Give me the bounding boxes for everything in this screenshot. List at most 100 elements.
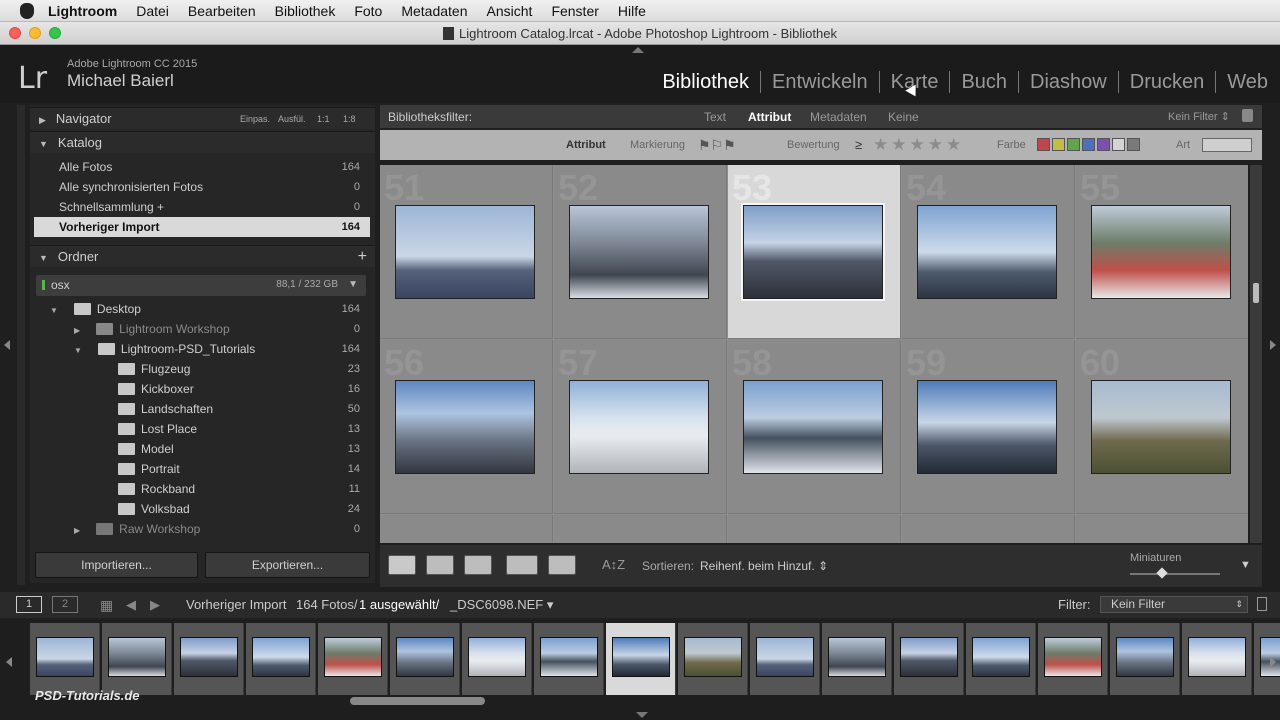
filmstrip-thumbnail[interactable] — [252, 637, 310, 677]
close-window-button[interactable] — [9, 27, 21, 39]
rating-operator[interactable]: ≥ — [855, 130, 862, 160]
selected-filename[interactable]: _DSC6098.NEF ▾ — [450, 592, 553, 618]
filmstrip-cell[interactable] — [750, 623, 820, 695]
color-swatch[interactable] — [1052, 138, 1065, 151]
folder-item[interactable]: ▶ Lightroom Workshop 0 — [34, 319, 370, 339]
filmstrip-filter-dropdown[interactable]: Kein Filter ⇕ — [1100, 596, 1248, 613]
filmstrip-thumbnail[interactable] — [1188, 637, 1246, 677]
filmstrip-cell[interactable] — [822, 623, 892, 695]
filter-tab-text[interactable]: Text — [704, 105, 726, 129]
grid-cell[interactable]: 52 — [554, 165, 727, 339]
lock-icon[interactable] — [1242, 109, 1253, 122]
filmstrip-thumbnail[interactable] — [36, 637, 94, 677]
collapse-bottom-panel-icon[interactable] — [636, 712, 648, 718]
filmstrip-thumbnail[interactable] — [612, 637, 670, 677]
slider-thumb[interactable] — [1156, 567, 1168, 579]
folder-item[interactable]: ▶ Raw Workshop 0 — [34, 519, 370, 539]
minimize-window-button[interactable] — [29, 27, 41, 39]
zoom-1-1[interactable]: 1:1 — [317, 108, 330, 130]
color-swatch[interactable] — [1112, 138, 1125, 151]
menu-lightroom[interactable]: Lightroom — [48, 3, 117, 19]
catalog-header[interactable]: ▼ Katalog — [30, 131, 375, 153]
catalog-item[interactable]: Schnellsammlung +0 — [34, 197, 370, 217]
menu-fenster[interactable]: Fenster — [551, 3, 598, 19]
grid-scrollbar-thumb[interactable] — [1253, 283, 1259, 303]
apple-icon[interactable] — [20, 2, 34, 19]
photo-thumbnail[interactable] — [1091, 380, 1231, 474]
catalog-item[interactable]: Alle Fotos 164 — [34, 157, 370, 177]
menu-hilfe[interactable]: Hilfe — [618, 3, 646, 19]
grid-cell[interactable]: 59 — [902, 340, 1075, 514]
grid-cell[interactable] — [380, 515, 553, 543]
filmstrip-cell[interactable] — [462, 623, 532, 695]
add-folder-button[interactable]: + — [358, 246, 367, 268]
module-diashow[interactable]: Diashow — [1019, 71, 1119, 93]
filmstrip-cell[interactable] — [1038, 623, 1108, 695]
menu-bearbeiten[interactable]: Bearbeiten — [188, 3, 256, 19]
filmstrip-cell[interactable] — [534, 623, 604, 695]
filter-preset-dropdown[interactable]: Kein Filter ⇕ — [1168, 105, 1230, 129]
folder-item[interactable]: Model 13 — [34, 439, 370, 459]
volume-bar[interactable]: osx 88,1 / 232 GB ▼ — [36, 275, 366, 296]
grid-cell[interactable]: 60 — [1076, 340, 1248, 514]
filter-tab-none[interactable]: Keine — [888, 105, 919, 129]
filmstrip-thumbnail[interactable] — [828, 637, 886, 677]
toolbar-menu-icon[interactable]: ▼ — [1240, 559, 1251, 571]
filmstrip-cell[interactable] — [894, 623, 964, 695]
survey-view-button[interactable] — [506, 555, 538, 575]
grid-cell-selected[interactable]: 53 — [728, 165, 901, 339]
folders-header[interactable]: ▼ Ordner + — [30, 245, 375, 267]
photo-thumbnail[interactable] — [1091, 205, 1231, 299]
filmstrip-cell[interactable] — [102, 623, 172, 695]
color-swatch[interactable] — [1082, 138, 1095, 151]
module-buch[interactable]: Buch — [950, 71, 1020, 93]
menu-metadaten[interactable]: Metadaten — [401, 3, 467, 19]
left-panel-scrollbar[interactable] — [17, 105, 25, 585]
filmstrip-scrollbar-thumb[interactable] — [350, 697, 485, 705]
collapse-left-panel-icon[interactable] — [4, 340, 10, 350]
folder-item[interactable]: ▼ Lightroom-PSD_Tutorials 164 — [34, 339, 370, 359]
compare-view-button[interactable] — [464, 555, 492, 575]
filmstrip-cell[interactable] — [30, 623, 100, 695]
folder-item[interactable]: Volksbad 24 — [34, 499, 370, 519]
folder-item[interactable]: ▼ Desktop 164 — [34, 299, 370, 319]
filmstrip-thumbnail[interactable] — [468, 637, 526, 677]
filmstrip-scroll-right-icon[interactable] — [1270, 657, 1276, 667]
menu-datei[interactable]: Datei — [136, 3, 169, 19]
forward-arrow-icon[interactable]: ▶ — [150, 592, 160, 618]
export-button[interactable]: Exportieren... — [205, 552, 370, 578]
photo-thumbnail[interactable] — [917, 380, 1057, 474]
menu-ansicht[interactable]: Ansicht — [487, 3, 533, 19]
color-swatch[interactable] — [1067, 138, 1080, 151]
grid-scrollbar[interactable] — [1250, 165, 1262, 543]
loupe-view-button[interactable] — [426, 555, 454, 575]
catalog-item[interactable]: Alle synchronisierten Fotos 0 — [34, 177, 370, 197]
navigator-header[interactable]: ▶ Navigator Einpas. Ausfül. 1:1 1:8 — [30, 107, 375, 129]
filmstrip-thumbnail[interactable] — [108, 637, 166, 677]
sort-dropdown[interactable]: Reihenf. beim Hinzuf. ⇕ — [700, 559, 828, 573]
grid-cell[interactable] — [728, 515, 901, 543]
filter-tab-attribute[interactable]: Attribut — [748, 105, 791, 129]
grid-view-button[interactable] — [388, 555, 416, 575]
menu-foto[interactable]: Foto — [354, 3, 382, 19]
zoom-fit[interactable]: Einpas. — [240, 108, 270, 130]
module-bibliothek[interactable]: Bibliothek — [651, 71, 762, 93]
filmstrip-thumbnail[interactable] — [1044, 637, 1102, 677]
filmstrip-cell[interactable] — [678, 623, 748, 695]
zoom-fill[interactable]: Ausfül. — [278, 108, 306, 130]
filmstrip-cell[interactable] — [318, 623, 388, 695]
collapse-top-panel-icon[interactable] — [632, 47, 644, 53]
zoom-1-8[interactable]: 1:8 — [343, 108, 356, 130]
filmstrip-thumbnail[interactable] — [900, 637, 958, 677]
grid-cell[interactable]: 57 — [554, 340, 727, 514]
filter-tab-metadata[interactable]: Metadaten — [810, 105, 867, 129]
import-button[interactable]: Importieren... — [35, 552, 198, 578]
color-swatch[interactable] — [1127, 138, 1140, 151]
folder-item[interactable]: Portrait 14 — [34, 459, 370, 479]
photo-thumbnail[interactable] — [395, 205, 535, 299]
filmstrip-cell[interactable] — [1110, 623, 1180, 695]
menu-bibliothek[interactable]: Bibliothek — [275, 3, 336, 19]
filmstrip-thumbnail[interactable] — [972, 637, 1030, 677]
flag-filters[interactable]: ⚑⚐⚑ — [698, 130, 736, 160]
folder-item[interactable]: Rockband 11 — [34, 479, 370, 499]
